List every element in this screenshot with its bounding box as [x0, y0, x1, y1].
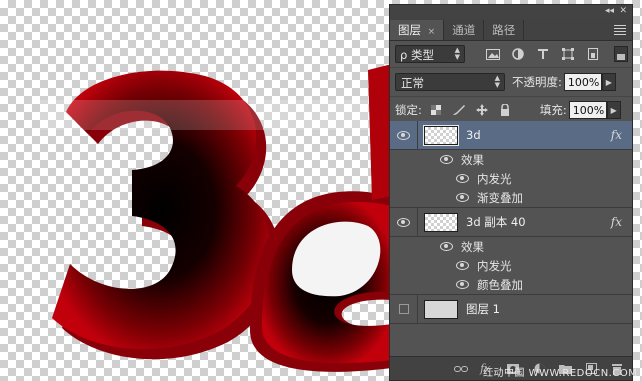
filter-icons — [483, 46, 608, 62]
layer-effects-fx-icon[interactable]: fx — [611, 128, 622, 142]
layers-panel: ◂◂ ✕ 图层 × 通道 路径 ρ 类型 ▲ ▼ 正常 ▲ ▼ 不透明度: 10… — [389, 4, 633, 381]
effect-label: 内发光 — [477, 258, 512, 273]
eye-icon — [397, 217, 410, 227]
blend-mode-value: 正常 — [401, 76, 424, 90]
layer-name: 3d 副本 40 — [466, 215, 526, 229]
updown-arrows-icon: ▲ ▼ — [454, 46, 460, 61]
opacity-label: 不透明度: — [512, 75, 562, 89]
lock-image-pixels-icon[interactable] — [451, 103, 467, 117]
filter-pixel-layer-icon[interactable] — [483, 46, 503, 62]
opacity-dropdown-arrow-icon[interactable]: ▶ — [601, 73, 616, 91]
fill-label: 填充: — [539, 103, 567, 117]
filter-kind-label: ρ 类型 — [400, 48, 434, 62]
effect-label: 内发光 — [477, 171, 512, 186]
effect-row-inner-glow[interactable]: 内发光 — [390, 256, 632, 275]
lock-position-icon[interactable] — [474, 103, 490, 117]
collapse-panel-icon[interactable]: ◂◂ — [605, 5, 614, 18]
effect-row-inner-glow[interactable]: 内发光 — [390, 169, 632, 188]
layer-effects-fx-icon[interactable]: fx — [611, 215, 622, 229]
layer-row-layer-1[interactable]: 图层 1 — [390, 294, 632, 324]
layer-thumbnail — [423, 124, 459, 146]
blend-mode-row: 正常 ▲ ▼ 不透明度: 100% ▶ — [390, 67, 632, 96]
tab-close-icon[interactable]: × — [428, 27, 436, 37]
filter-smart-object-icon[interactable] — [583, 46, 603, 62]
eye-icon[interactable] — [456, 280, 469, 289]
filter-toggle-switch[interactable] — [614, 46, 628, 62]
fill-dropdown-arrow-icon[interactable]: ▶ — [606, 101, 621, 119]
tab-layers[interactable]: 图层 × — [390, 20, 445, 40]
tab-layers-label: 图层 — [398, 23, 421, 37]
panel-tabs: 图层 × 通道 路径 — [390, 18, 632, 41]
layer-name: 图层 1 — [466, 302, 500, 316]
filter-shape-layer-icon[interactable] — [558, 46, 578, 62]
fill-input[interactable]: 100% — [568, 101, 607, 119]
filter-adjustment-layer-icon[interactable] — [508, 46, 528, 62]
eye-icon — [397, 130, 410, 140]
eye-icon[interactable] — [440, 155, 453, 164]
filter-type-layer-icon[interactable] — [533, 46, 553, 62]
lock-icons — [428, 103, 520, 117]
effect-label: 渐变叠加 — [477, 190, 523, 205]
effect-row-color-overlay[interactable]: 颜色叠加 — [390, 275, 632, 294]
lock-label: 锁定: — [395, 103, 422, 117]
close-panel-icon[interactable]: ✕ — [619, 5, 627, 18]
layer-filter-row: ρ 类型 ▲ ▼ — [390, 41, 632, 67]
blend-mode-select[interactable]: 正常 ▲ ▼ — [395, 73, 505, 91]
watermark: 红动中国 WWW.REDOCN.COM — [483, 368, 638, 379]
eye-icon[interactable] — [456, 174, 469, 183]
hidden-visibility-box — [398, 304, 409, 314]
layers-list: 3d fx 效果 内发光 渐变叠加 3d 副本 40 fx 效果 内发光 颜色叠… — [390, 121, 632, 324]
updown-arrows-icon: ▲ ▼ — [494, 74, 500, 89]
layer-thumbnail — [424, 212, 458, 232]
effect-row-gradient-overlay[interactable]: 渐变叠加 — [390, 188, 632, 207]
layer-thumbnail — [424, 299, 458, 319]
layer-row-3d-copy-40[interactable]: 3d 副本 40 fx — [390, 207, 632, 237]
tab-channels[interactable]: 通道 — [444, 20, 485, 40]
tab-channels-label: 通道 — [452, 23, 476, 37]
visibility-toggle[interactable] — [390, 295, 418, 323]
panel-title-bar: ◂◂ ✕ — [390, 5, 632, 18]
tab-paths-label: 路径 — [492, 23, 516, 37]
eye-icon[interactable] — [440, 242, 453, 251]
lock-transparent-pixels-icon[interactable] — [428, 103, 444, 117]
tab-paths[interactable]: 路径 — [484, 20, 525, 40]
lock-row: 锁定: 填充: 100% ▶ — [390, 96, 632, 123]
effects-label: 效果 — [461, 152, 484, 167]
effects-group-row[interactable]: 效果 — [390, 150, 632, 169]
layer-row-3d[interactable]: 3d fx — [390, 121, 632, 150]
effects-label: 效果 — [461, 239, 484, 254]
visibility-toggle[interactable] — [390, 208, 418, 236]
lock-all-icon[interactable] — [497, 103, 513, 117]
filter-kind-select[interactable]: ρ 类型 ▲ ▼ — [395, 45, 465, 63]
eye-icon[interactable] — [456, 261, 469, 270]
eye-icon[interactable] — [456, 193, 469, 202]
effects-group-row[interactable]: 效果 — [390, 237, 632, 256]
visibility-toggle[interactable] — [390, 121, 418, 149]
panel-menu-icon[interactable] — [614, 23, 626, 37]
layer-name: 3d — [466, 128, 481, 142]
effect-label: 颜色叠加 — [477, 277, 523, 292]
opacity-input[interactable]: 100% — [563, 73, 602, 91]
link-layers-icon[interactable] — [454, 363, 468, 375]
